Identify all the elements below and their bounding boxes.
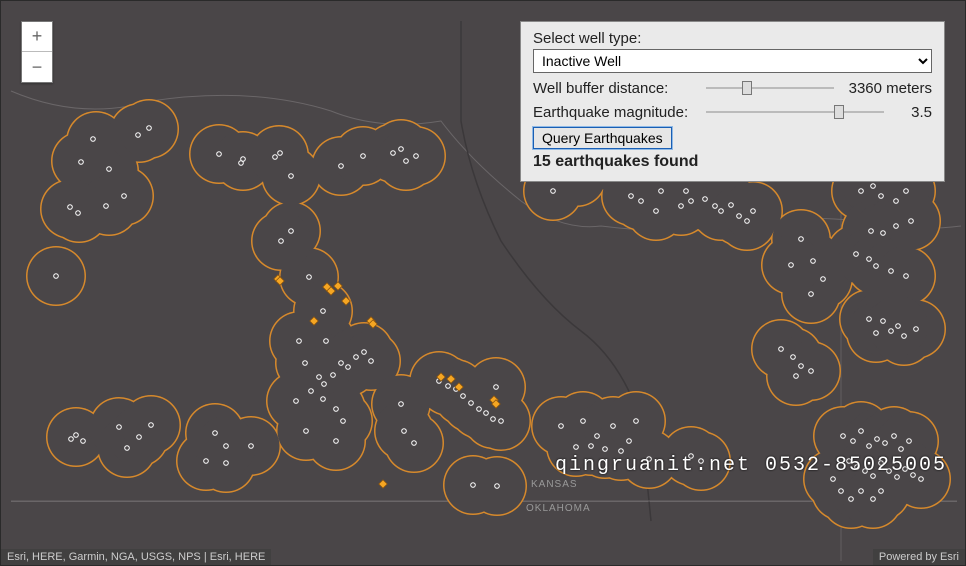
buffer-distance-value: 3360 meters [842, 80, 932, 97]
buffer-distance-label: Well buffer distance: [533, 80, 698, 97]
attribution-left: Esri, HERE, Garmin, NGA, USGS, NPS | Esr… [1, 549, 271, 565]
magnitude-slider-thumb[interactable] [834, 105, 844, 119]
buffer-distance-slider[interactable] [706, 79, 834, 97]
well-type-select[interactable]: Inactive Well [533, 49, 932, 73]
buffer-slider-thumb[interactable] [742, 81, 752, 95]
map-container[interactable]: KANSAS OKLAHOMA + − Select well type: In… [0, 0, 966, 566]
magnitude-slider[interactable] [706, 103, 884, 121]
zoom-in-button[interactable]: + [22, 22, 52, 52]
well-type-label: Select well type: [533, 30, 932, 47]
magnitude-label: Earthquake magnitude: [533, 104, 698, 121]
magnitude-value: 3.5 [892, 104, 932, 121]
query-panel: Select well type: Inactive Well Well buf… [520, 21, 945, 182]
query-earthquakes-button[interactable]: Query Earthquakes [533, 127, 672, 149]
zoom-controls: + − [21, 21, 53, 83]
result-count-text: 15 earthquakes found [533, 153, 932, 171]
attribution-right: Powered by Esri [873, 549, 965, 565]
zoom-out-button[interactable]: − [22, 52, 52, 82]
